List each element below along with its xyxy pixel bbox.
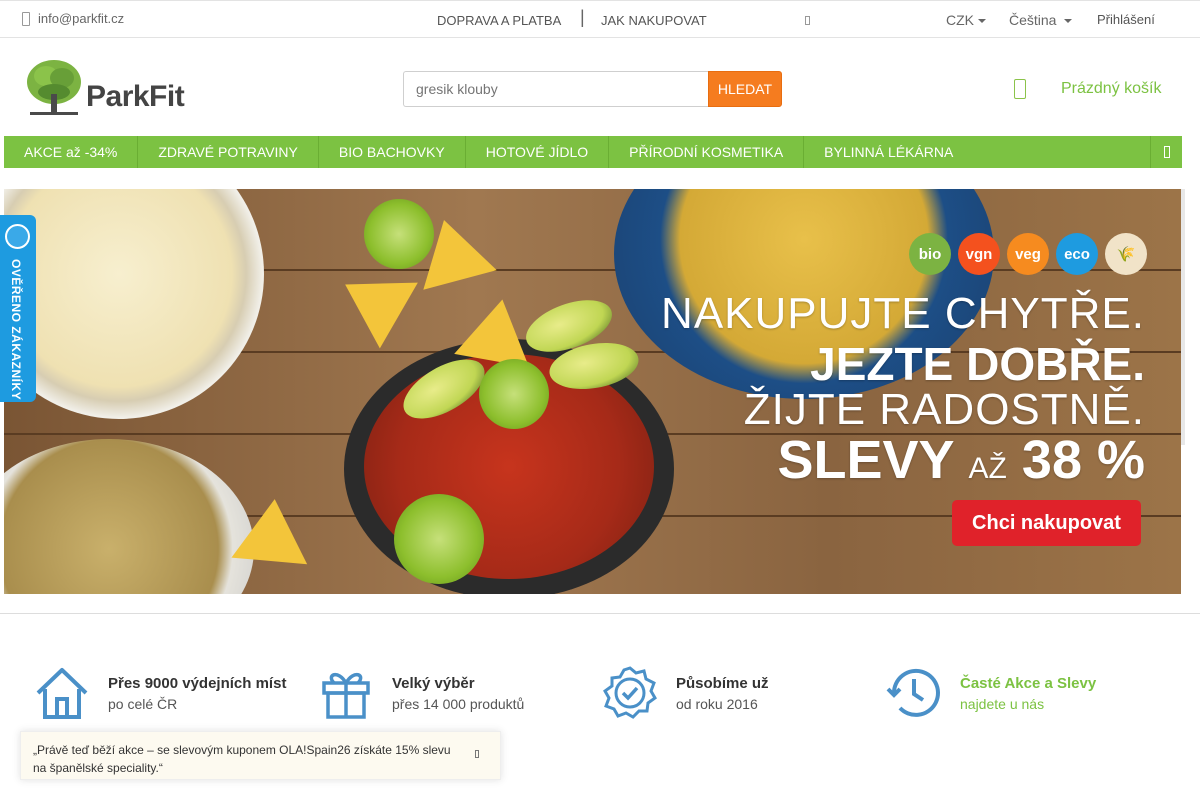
how-to-shop-link[interactable]: JAK NAKUPOVAT (601, 13, 707, 28)
feature-subtitle: po celé ČR (108, 695, 178, 712)
verified-customers-badge[interactable]: OVĚŘENO ZÁKAZNÍKY (0, 215, 36, 402)
info-icon[interactable] (805, 16, 810, 25)
cart-label[interactable]: Prázdný košík (1061, 80, 1161, 98)
nav-item-herbal-pharmacy[interactable]: BYLINNÁ LÉKÁRNA (804, 136, 973, 168)
main-nav: AKCE až -34% ZDRAVÉ POTRAVINY BIO BACHOV… (4, 136, 1182, 168)
banner-sale-word: SLEVY (777, 430, 954, 490)
language-dropdown[interactable]: Čeština (1009, 12, 1073, 28)
vegetarian-badge-icon: veg (1007, 233, 1049, 275)
menu-icon (1163, 146, 1170, 158)
banner-line-2: JEZTE DOBŘE. (810, 338, 1145, 390)
feature-subtitle: přes 14 000 produktů (392, 695, 525, 712)
banner-line-3: ŽIJTE RADOSTNĚ. (743, 385, 1145, 434)
feature-selection: Velký výběr přes 14 000 produktů (318, 665, 524, 721)
email-link[interactable]: info@parkfit.cz (22, 11, 124, 26)
check-badge-icon (603, 666, 657, 719)
banner-line-4: SLEVY AŽ 38 % (777, 429, 1145, 491)
nav-item-ready-meals[interactable]: HOTOVÉ JÍDLO (466, 136, 610, 168)
promo-notification: „Právě teď běží akce – se slevovým kupon… (20, 731, 501, 780)
feature-title: Přes 9000 výdejních míst (108, 674, 287, 692)
banner-percent: 38 % (1021, 430, 1145, 490)
vegan-badge-icon: vgn (958, 233, 1000, 275)
topbar-separator: | (580, 7, 585, 27)
search-input[interactable] (403, 71, 709, 107)
feature-title: Působíme už (676, 674, 769, 692)
nav-item-bio-snacks[interactable]: BIO BACHOVKY (319, 136, 466, 168)
email-text: info@parkfit.cz (38, 11, 125, 26)
chevron-down-icon (1064, 19, 1073, 24)
feature-pickup-points: Přes 9000 výdejních míst po celé ČR (34, 665, 286, 721)
nav-more-button[interactable] (1150, 136, 1182, 168)
nacho-chip (231, 495, 313, 565)
search-button[interactable]: HLEDAT (708, 71, 782, 107)
nav-item-natural-cosmetics[interactable]: PŘÍRODNÍ KOSMETIKA (609, 136, 805, 168)
login-link[interactable]: Přihlášení (1097, 12, 1155, 27)
feature-title[interactable]: Časté Akce a Slevy (960, 675, 1096, 692)
chevron-down-icon (978, 19, 986, 24)
close-icon[interactable] (475, 750, 479, 758)
top-bar: info@parkfit.cz DOPRAVA A PLATBA | JAK N… (0, 0, 1200, 38)
banner-line-1: NAKUPUJTE CHYTŘE. (661, 289, 1145, 338)
shop-now-button[interactable]: Chci nakupovat (952, 500, 1141, 546)
currency-label: CZK (946, 12, 974, 28)
verified-label: OVĚŘENO ZÁKAZNÍKY (9, 259, 23, 401)
lime (364, 199, 434, 269)
banner-scroll-edge (1181, 189, 1185, 445)
logo-text[interactable]: ParkFit (86, 80, 185, 114)
lime (479, 359, 549, 429)
gluten-free-badge-icon: 🌾 (1105, 233, 1147, 275)
verified-seal-icon (5, 224, 30, 249)
section-divider (0, 613, 1200, 614)
cart-icon[interactable] (1014, 79, 1026, 99)
lime (394, 494, 484, 584)
hero-banner[interactable]: bio vgn veg eco 🌾 NAKUPUJTE CHYTŘE. JEZT… (4, 189, 1181, 594)
banner-up-to: AŽ (968, 452, 1007, 485)
promo-text: „Právě teď běží akce – se slevovým kupon… (33, 743, 451, 775)
feature-subtitle[interactable]: najdete u nás (960, 696, 1096, 712)
house-icon (36, 668, 88, 719)
bio-badge-icon: bio (909, 233, 951, 275)
eco-badge-icon: eco (1056, 233, 1098, 275)
nav-item-healthy-food[interactable]: ZDRAVÉ POTRAVINY (138, 136, 319, 168)
envelope-icon (22, 11, 30, 26)
gift-icon (322, 672, 370, 719)
feature-title: Velký výběr (392, 674, 475, 692)
language-label: Čeština (1009, 12, 1057, 28)
clock-history-icon (886, 668, 940, 717)
shipping-payment-link[interactable]: DOPRAVA A PLATBA (437, 13, 561, 28)
diet-badges: bio vgn veg eco 🌾 (909, 233, 1147, 275)
feature-subtitle: od roku 2016 (676, 695, 758, 712)
nav-item-sale[interactable]: AKCE až -34% (4, 136, 139, 168)
feature-sales[interactable]: Časté Akce a Slevy najdete u nás (886, 665, 1096, 721)
feature-since: Působíme už od roku 2016 (602, 665, 769, 721)
currency-dropdown[interactable]: CZK (946, 12, 986, 28)
